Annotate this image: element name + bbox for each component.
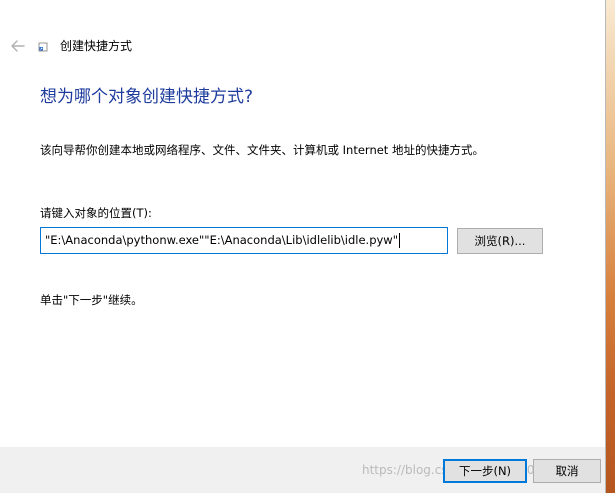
wizard-description: 该向导帮你创建本地或网络程序、文件、文件夹、计算机或 Internet 地址的快… [40,143,484,157]
back-arrow-icon [11,40,25,52]
desktop-background [606,0,615,493]
location-input-value: "E:\Anaconda\pythonw.exe""E:\Anaconda\Li… [45,233,399,247]
shortcut-app-icon [38,42,48,52]
cancel-button[interactable]: 取消 [533,459,601,483]
continue-hint: 单击"下一步"继续。 [40,293,143,307]
create-shortcut-dialog: 创建快捷方式 想为哪个对象创建快捷方式? 该向导帮你创建本地或网络程序、文件、文… [0,0,606,493]
back-button[interactable] [8,36,28,56]
next-button[interactable]: 下一步(N) [443,459,527,483]
page-heading: 想为哪个对象创建快捷方式? [40,87,254,107]
location-input[interactable]: "E:\Anaconda\pythonw.exe""E:\Anaconda\Li… [40,227,448,254]
location-label: 请键入对象的位置(T): [40,206,152,220]
window-title: 创建快捷方式 [60,39,133,53]
browse-button[interactable]: 浏览(R)... [457,228,543,254]
text-caret [399,233,401,248]
